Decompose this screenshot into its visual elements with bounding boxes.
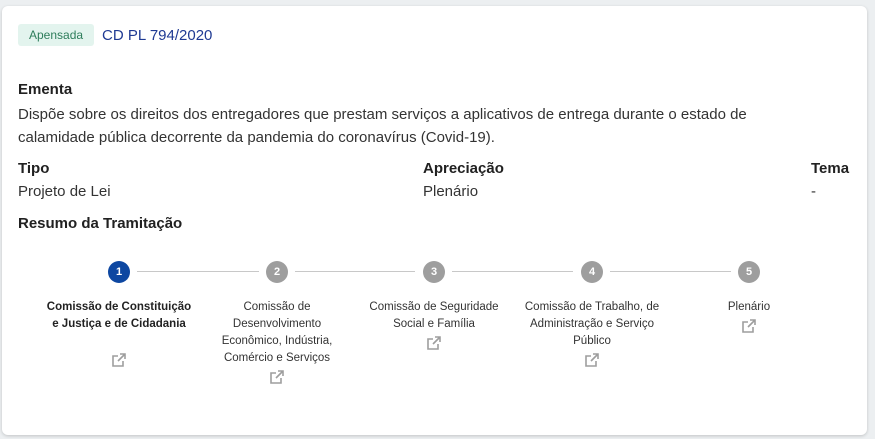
tipo-value: Projeto de Lei: [18, 183, 111, 200]
apreciacao-label: Apreciação: [423, 160, 504, 177]
proposition-card: Apensada CD PL 794/2020 Ementa Dispõe so…: [2, 6, 867, 435]
external-link-icon[interactable]: [584, 352, 600, 368]
step-1-label: Comissão de Constituição e Justiça e de …: [46, 301, 192, 330]
tema-label: Tema: [811, 160, 850, 177]
tema-value: -: [811, 183, 816, 200]
step-2-circle: 2: [266, 261, 288, 283]
step-connector: [452, 271, 573, 272]
step-3-circle: 3: [423, 261, 445, 283]
step-connector: [295, 271, 415, 272]
card-header: Apensada CD PL 794/2020: [18, 24, 212, 46]
step-1-circle: 1: [108, 261, 130, 283]
step-3-label: Comissão de Seguridade Social e Família: [369, 301, 499, 330]
ementa-label: Ementa: [18, 81, 73, 98]
step-5-label: Plenário: [727, 301, 771, 313]
step-connector: [610, 271, 731, 272]
ementa-text: Dispõe sobre os direitos dos entregadore…: [18, 106, 747, 146]
external-link-icon[interactable]: [269, 369, 285, 385]
apreciacao-value: Plenário: [423, 183, 479, 200]
step-4-label: Comissão de Trabalho, de Administração e…: [524, 301, 660, 347]
status-badge: Apensada: [18, 24, 95, 46]
external-link-icon[interactable]: [111, 352, 127, 368]
tipo-label: Tipo: [18, 160, 50, 177]
external-link-icon[interactable]: [741, 318, 757, 334]
step-5-circle: 5: [738, 261, 760, 283]
step-4-circle: 4: [581, 261, 603, 283]
step-2-label: Comissão de Desenvolvimento Econômico, I…: [221, 301, 333, 364]
proposition-identifier[interactable]: CD PL 794/2020: [102, 27, 212, 44]
resumo-label: Resumo da Tramitação: [18, 215, 183, 232]
external-link-icon[interactable]: [426, 335, 442, 351]
step-connector: [137, 271, 259, 272]
